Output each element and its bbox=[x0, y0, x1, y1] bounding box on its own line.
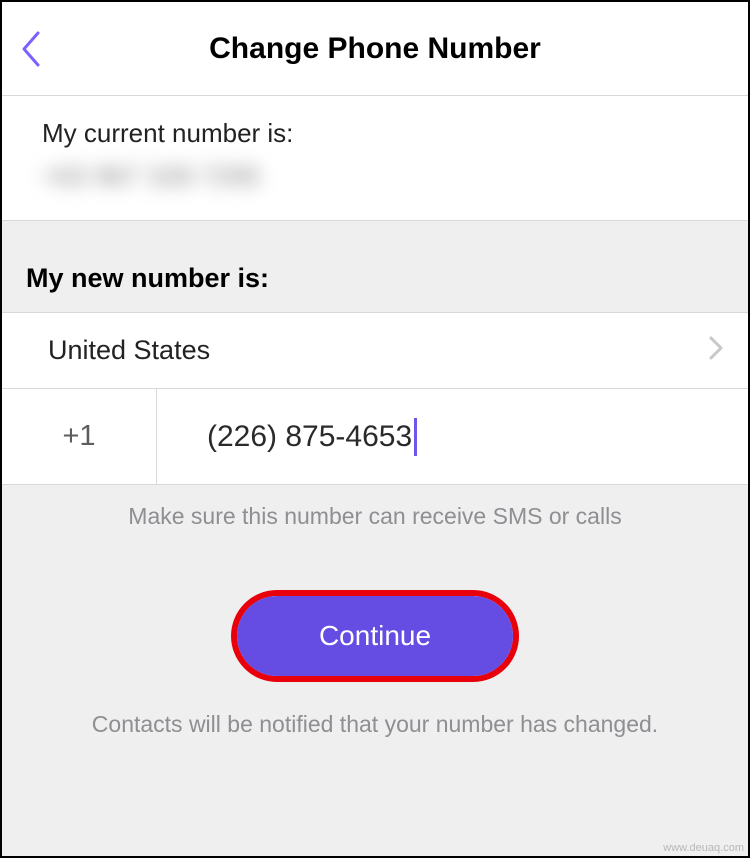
sms-hint-text: Make sure this number can receive SMS or… bbox=[2, 485, 748, 530]
current-number-value: +63 967 328 7295 bbox=[42, 161, 708, 192]
new-number-header: My new number is: bbox=[2, 221, 748, 313]
country-code-field[interactable]: +1 bbox=[2, 389, 157, 484]
continue-highlight-ring: Continue bbox=[231, 590, 519, 682]
new-number-label: My new number is: bbox=[26, 263, 724, 294]
continue-button[interactable]: Continue bbox=[237, 596, 513, 676]
watermark-text: www.deuaq.com bbox=[663, 842, 744, 854]
back-button[interactable] bbox=[20, 29, 42, 69]
footer-notice: Contacts will be notified that your numb… bbox=[2, 682, 748, 740]
chevron-left-icon bbox=[20, 29, 42, 69]
button-container: Continue bbox=[2, 530, 748, 682]
current-number-label: My current number is: bbox=[42, 118, 708, 149]
text-cursor bbox=[414, 418, 417, 456]
phone-input-row: +1 (226) 875-4653 bbox=[2, 389, 748, 485]
chevron-right-icon bbox=[708, 335, 724, 366]
page-title: Change Phone Number bbox=[2, 32, 748, 66]
phone-number-value: (226) 875-4653 bbox=[207, 420, 412, 454]
country-name: United States bbox=[48, 335, 210, 366]
phone-number-input[interactable]: (226) 875-4653 bbox=[157, 389, 748, 484]
current-number-section: My current number is: +63 967 328 7295 bbox=[2, 96, 748, 221]
header-bar: Change Phone Number bbox=[2, 2, 748, 96]
country-selector[interactable]: United States bbox=[2, 313, 748, 389]
